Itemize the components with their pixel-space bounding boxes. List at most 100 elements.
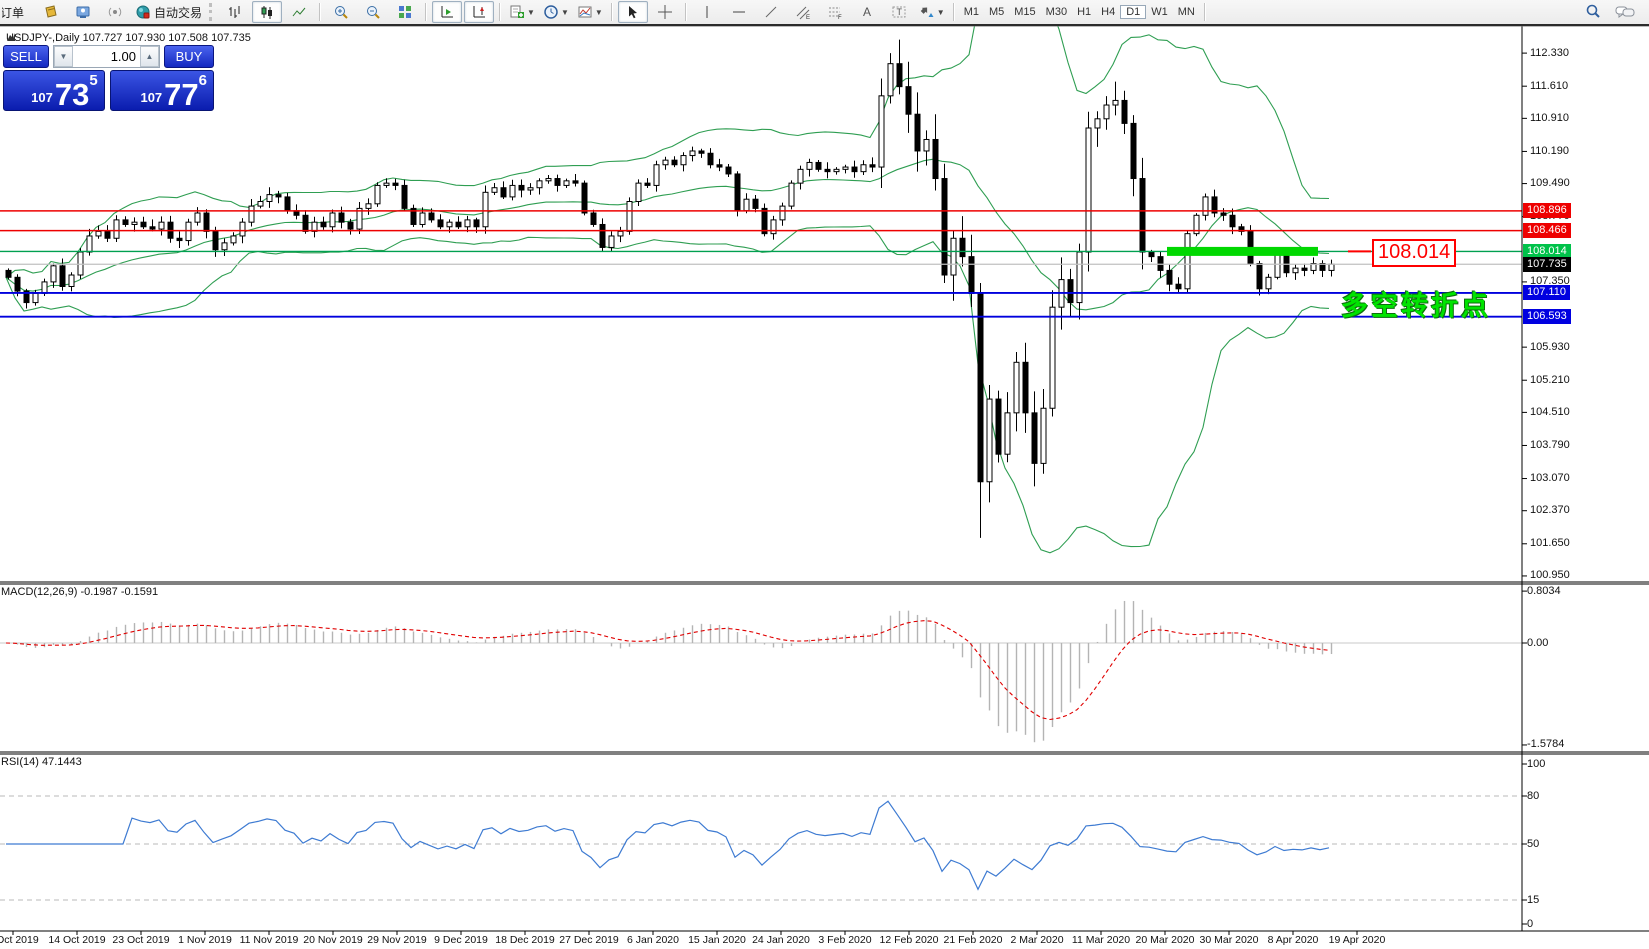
search-icon xyxy=(1584,3,1602,21)
market-watch-button[interactable] xyxy=(36,1,66,23)
date-label: 27 Dec 2019 xyxy=(559,934,619,946)
horizontal-line-button[interactable] xyxy=(724,1,754,23)
rsi-tick: 80 xyxy=(1527,790,1539,803)
line-chart-icon xyxy=(291,4,307,20)
date-label: 3 Feb 2020 xyxy=(818,934,871,946)
sell-button[interactable]: SELL xyxy=(3,45,49,68)
fibonacci-button[interactable]: F xyxy=(820,1,850,23)
timeframe-m15[interactable]: M15 xyxy=(1009,6,1040,18)
toolbar-separator xyxy=(499,3,501,21)
clock-icon xyxy=(543,4,559,20)
macd-tick: 0.00 xyxy=(1527,637,1548,650)
date-label: 24 Jan 2020 xyxy=(752,934,810,946)
top-toolbar: 新订单 自动交易 ▼ ▼ ▼ E F A T ▼ M1 M5 M15 M30 H… xyxy=(0,0,1649,26)
search-button[interactable] xyxy=(1578,1,1608,23)
zoom-out-button[interactable] xyxy=(358,1,388,23)
accounts-button[interactable] xyxy=(68,1,98,23)
price-tick: 110.910 xyxy=(1530,112,1569,125)
rsi-label: RSI(14) 47.1443 xyxy=(1,756,82,768)
cursor-icon xyxy=(625,4,641,20)
timeframe-d1[interactable]: D1 xyxy=(1120,5,1146,19)
sell-price-main: 107 xyxy=(31,90,53,105)
chart-shift-button[interactable] xyxy=(464,1,494,23)
date-label: 20 Nov 2019 xyxy=(303,934,363,946)
date-label: 12 Feb 2020 xyxy=(880,934,939,946)
trendline-button[interactable] xyxy=(756,1,786,23)
text-icon: A xyxy=(859,4,875,20)
chart-canvas[interactable] xyxy=(0,26,1649,949)
mt4-terminal: { "toolbar": { "new_order_label": "新订单",… xyxy=(0,0,1649,949)
candlestick-chart-icon xyxy=(259,4,275,20)
sell-price-button[interactable]: 107 73 5 xyxy=(3,70,105,111)
volume-input[interactable] xyxy=(73,46,140,67)
chart-window: USDJPY-,Daily 107.727 107.930 107.508 10… xyxy=(0,26,1649,949)
tile-windows-button[interactable] xyxy=(390,1,420,23)
date-label: 11 Nov 2019 xyxy=(240,934,299,946)
date-label: 2 Mar 2020 xyxy=(1010,934,1063,946)
svg-text:E: E xyxy=(806,15,810,20)
text-button[interactable]: A xyxy=(852,1,882,23)
rsi-tick: 15 xyxy=(1527,894,1539,907)
price-tick: 100.950 xyxy=(1530,569,1570,582)
profile-icon xyxy=(75,4,91,20)
date-label: 21 Feb 2020 xyxy=(944,934,1003,946)
date-label: 11 Mar 2020 xyxy=(1072,934,1130,946)
price-line-badge: 108.896 xyxy=(1523,203,1571,218)
auto-trading-button[interactable]: 自动交易 xyxy=(132,1,205,23)
timeframe-m30[interactable]: M30 xyxy=(1041,6,1072,18)
arrows-icon xyxy=(919,4,935,20)
buy-button[interactable]: BUY xyxy=(164,45,214,68)
price-annotation-label[interactable]: 108.014 xyxy=(1372,239,1456,267)
text-label-button[interactable]: T xyxy=(884,1,914,23)
timeframe-h4[interactable]: H4 xyxy=(1096,6,1120,18)
text-label-icon: T xyxy=(891,4,907,20)
crosshair-button[interactable] xyxy=(650,1,680,23)
crosshair-icon xyxy=(657,4,673,20)
timeframe-w1[interactable]: W1 xyxy=(1146,6,1173,18)
line-chart-button[interactable] xyxy=(284,1,314,23)
new-order-button[interactable]: 新订单 xyxy=(2,4,35,21)
cursor-button[interactable] xyxy=(618,1,648,23)
price-tick: 111.610 xyxy=(1530,80,1568,93)
timeframe-h1[interactable]: H1 xyxy=(1072,6,1096,18)
auto-trading-label: 自动交易 xyxy=(154,4,202,21)
vertical-line-button[interactable] xyxy=(692,1,722,23)
date-label: 3 Oct 2019 xyxy=(0,934,39,946)
chevron-down-icon: ▼ xyxy=(595,8,603,17)
turning-point-note[interactable]: 多空转折点 xyxy=(1341,284,1491,323)
sell-price-point: 5 xyxy=(89,72,97,89)
price-tick: 101.650 xyxy=(1530,537,1570,550)
timeframe-m5[interactable]: M5 xyxy=(984,6,1009,18)
arrows-button[interactable]: ▼ xyxy=(916,1,948,23)
date-label: 6 Jan 2020 xyxy=(627,934,679,946)
zoom-in-button[interactable] xyxy=(326,1,356,23)
signals-button[interactable] xyxy=(100,1,130,23)
auto-scroll-button[interactable] xyxy=(432,1,462,23)
date-label: 18 Dec 2019 xyxy=(495,934,555,946)
bar-chart-icon xyxy=(227,4,243,20)
macd-tick: 0.8034 xyxy=(1527,585,1561,598)
buy-price-pips: 77 xyxy=(164,82,198,108)
template-button[interactable]: ▼ xyxy=(574,1,606,23)
period-button[interactable]: ▼ xyxy=(540,1,572,23)
volume-decrease-button[interactable]: ▼ xyxy=(54,46,73,67)
fibonacci-icon: F xyxy=(827,4,843,20)
price-tick: 105.930 xyxy=(1530,341,1570,354)
volume-increase-button[interactable]: ▲ xyxy=(140,46,159,67)
buy-price-button[interactable]: 107 77 6 xyxy=(110,70,214,111)
rsi-tick: 0 xyxy=(1527,918,1533,931)
chat-button[interactable] xyxy=(1610,1,1640,23)
toolbar-separator xyxy=(1204,3,1206,21)
auto-scroll-icon xyxy=(439,4,455,20)
book-icon xyxy=(43,4,59,20)
candlestick-chart-button[interactable] xyxy=(252,1,282,23)
new-chart-button[interactable]: ▼ xyxy=(506,1,538,23)
timeframe-m1[interactable]: M1 xyxy=(959,6,984,18)
rsi-tick: 50 xyxy=(1527,838,1539,851)
toolbar-separator xyxy=(425,3,427,21)
bar-chart-button[interactable] xyxy=(220,1,250,23)
chart-shift-icon xyxy=(471,4,487,20)
date-label: 1 Nov 2019 xyxy=(178,934,232,946)
channel-button[interactable]: E xyxy=(788,1,818,23)
timeframe-mn[interactable]: MN xyxy=(1173,6,1200,18)
